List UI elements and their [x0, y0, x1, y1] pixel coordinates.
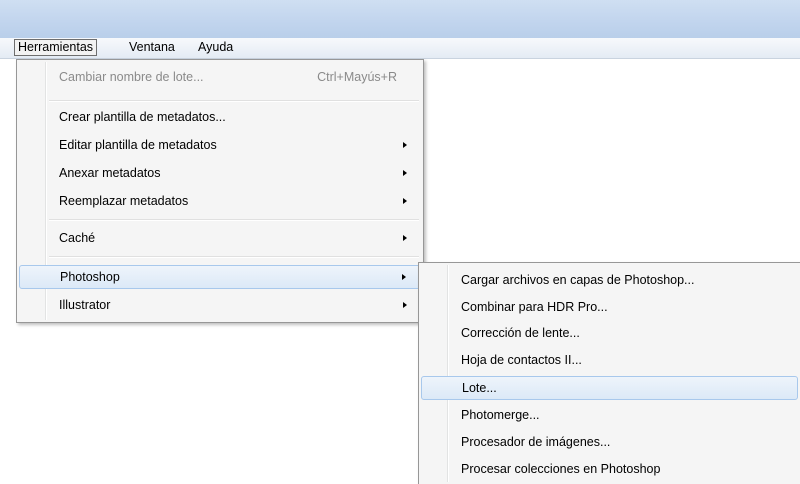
submenu-arrow-icon [403, 235, 407, 241]
submenu-item-load-files-into-layers[interactable]: Cargar archivos en capas de Photoshop... [421, 268, 798, 292]
submenu-arrow-icon [403, 170, 407, 176]
menu-ventana[interactable]: Ventana [126, 40, 178, 55]
menu-separator [49, 256, 419, 258]
menu-item-label: Procesar colecciones en Photoshop [461, 462, 661, 476]
menu-item-replace-metadata[interactable]: Reemplazar metadatos [19, 189, 421, 213]
submenu-item-photomerge[interactable]: Photomerge... [421, 403, 798, 427]
menu-item-label: Reemplazar metadatos [59, 194, 189, 208]
menu-item-create-metadata-template[interactable]: Crear plantilla de metadatos... [19, 105, 421, 129]
submenu-item-contact-sheet[interactable]: Hoja de contactos II... [421, 348, 798, 372]
submenu-arrow-icon [402, 274, 406, 280]
menu-item-label: Procesador de imágenes... [461, 435, 611, 449]
submenu-item-batch[interactable]: Lote... [421, 376, 798, 400]
menu-separator [49, 100, 419, 102]
menu-item-photoshop[interactable]: Photoshop [19, 265, 421, 289]
submenu-arrow-icon [403, 302, 407, 308]
menu-item-label: Corrección de lente... [461, 326, 580, 340]
shortcut-label: Ctrl+Mayús+R [317, 70, 397, 84]
menu-item-label: Cambiar nombre de lote... [59, 70, 204, 84]
submenu-arrow-icon [403, 198, 407, 204]
menu-item-illustrator[interactable]: Illustrator [19, 293, 421, 317]
tools-dropdown-menu: Cambiar nombre de lote... Ctrl+Mayús+R C… [16, 59, 424, 323]
menu-bar: Herramientas Ventana Ayuda [0, 38, 800, 59]
menu-item-label: Caché [59, 231, 96, 245]
menu-item-append-metadata[interactable]: Anexar metadatos [19, 161, 421, 185]
menu-item-label: Photomerge... [461, 408, 540, 422]
submenu-arrow-icon [403, 142, 407, 148]
submenu-item-merge-hdr-pro[interactable]: Combinar para HDR Pro... [421, 295, 798, 319]
menu-item-label: Photoshop [60, 270, 120, 284]
submenu-item-process-collections[interactable]: Procesar colecciones en Photoshop [421, 457, 798, 481]
menu-herramientas[interactable]: Herramientas [14, 39, 98, 56]
menu-item-label: Editar plantilla de metadatos [59, 138, 217, 152]
submenu-item-lens-correction[interactable]: Corrección de lente... [421, 321, 798, 345]
menu-item-label: Cargar archivos en capas de Photoshop... [461, 273, 695, 287]
submenu-item-image-processor[interactable]: Procesador de imágenes... [421, 430, 798, 454]
menu-separator [49, 219, 419, 221]
menu-item-label: Illustrator [59, 298, 111, 312]
photoshop-submenu: Cargar archivos en capas de Photoshop...… [418, 262, 800, 484]
menu-item-label: Crear plantilla de metadatos... [59, 110, 226, 124]
menu-item-cache[interactable]: Caché [19, 226, 421, 250]
window-titlebar [0, 0, 800, 38]
menu-item-label: Anexar metadatos [59, 166, 161, 180]
menu-ayuda[interactable]: Ayuda [195, 40, 236, 55]
menu-item-edit-metadata-template[interactable]: Editar plantilla de metadatos [19, 133, 421, 157]
menu-item-label: Combinar para HDR Pro... [461, 300, 608, 314]
menu-item-batch-rename[interactable]: Cambiar nombre de lote... Ctrl+Mayús+R [19, 65, 421, 89]
menu-item-label: Lote... [462, 381, 497, 395]
menu-item-label: Hoja de contactos II... [461, 353, 582, 367]
